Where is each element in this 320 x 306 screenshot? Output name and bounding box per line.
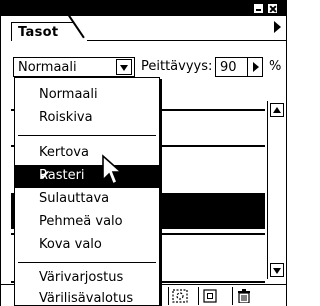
menu-item-roiskiva[interactable]: Roiskiva	[15, 107, 159, 130]
menu-item-label: Roiskiva	[39, 110, 93, 125]
chevron-down-icon[interactable]	[116, 59, 132, 75]
menu-item-rasteri[interactable]: ✔ Rasteri	[15, 165, 159, 188]
menu-item-pehmea-valo[interactable]: Pehmeä valo	[15, 211, 159, 234]
menu-item-normaali[interactable]: Normaali	[15, 84, 159, 107]
trash-icon[interactable]	[232, 287, 254, 305]
new-layer-icon[interactable]	[198, 287, 220, 305]
blend-mode-select[interactable]: Normaali	[13, 57, 135, 77]
scroll-down-icon[interactable]	[270, 263, 284, 277]
tab-divider	[87, 40, 287, 41]
menu-item-label: Kertova	[39, 145, 89, 160]
tab-row: Tasot	[1, 14, 287, 41]
opacity-slider-arrow-icon[interactable]	[247, 57, 263, 77]
menu-item-sulauttava[interactable]: Sulauttava	[15, 188, 159, 211]
tab-layers[interactable]: Tasot	[11, 22, 73, 41]
layers-scrollbar[interactable]	[267, 101, 286, 279]
menu-item-label: Värivarjostus	[39, 270, 124, 285]
arrow-cursor-icon	[102, 154, 124, 186]
opacity-value: 90	[220, 60, 237, 75]
menu-item-label: Kova valo	[39, 237, 102, 252]
menu-item-kertova[interactable]: Kertova	[15, 142, 159, 165]
menu-item-label: Rasteri	[39, 168, 85, 183]
menu-item-label: Pehmeä valo	[39, 214, 123, 229]
palette-title-bar[interactable]	[1, 1, 286, 16]
menu-item-varivarjostus[interactable]: Värivarjostus	[15, 267, 159, 290]
menu-item-label: Sulauttava	[39, 191, 110, 206]
close-icon[interactable]	[267, 3, 278, 14]
menu-item-kova-valo[interactable]: Kova valo	[15, 234, 159, 257]
percent-sign: %	[269, 59, 282, 74]
minimize-icon[interactable]	[253, 3, 264, 14]
menu-item-label: Värilisävalotus	[39, 291, 134, 306]
menu-arrow-icon[interactable]	[274, 21, 281, 33]
menu-separator	[18, 135, 156, 136]
menu-item-label: Normaali	[39, 87, 98, 102]
menu-item-varilisavalotus[interactable]: Värilisävalotus	[15, 288, 159, 306]
blend-mode-value: Normaali	[18, 60, 77, 75]
menu-separator	[18, 262, 156, 263]
tab-layers-label: Tasot	[18, 25, 59, 40]
opacity-label: Peittävyys:	[141, 59, 213, 74]
layer-mask-icon[interactable]	[168, 287, 190, 305]
scroll-up-icon[interactable]	[270, 103, 284, 117]
blend-mode-menu: Normaali Roiskiva Kertova ✔ Rasteri Sula…	[14, 77, 160, 306]
opacity-input[interactable]: 90	[215, 57, 251, 77]
